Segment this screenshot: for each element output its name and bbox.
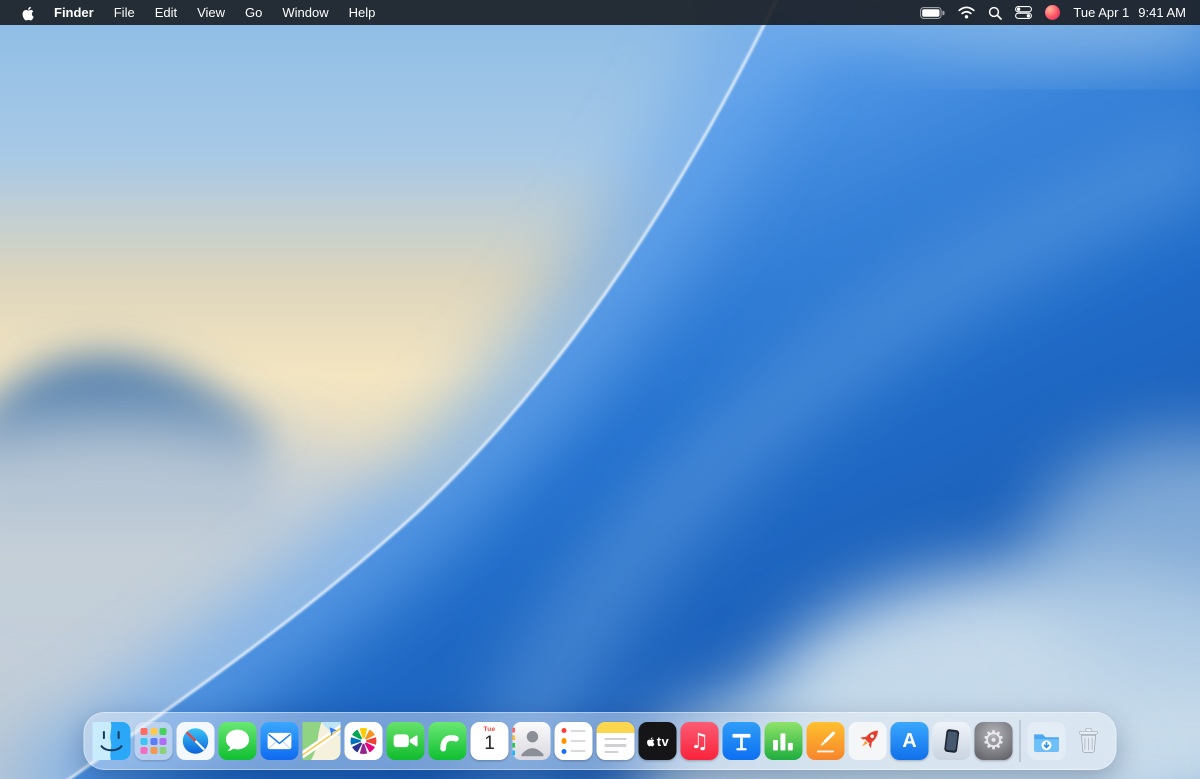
map-icon bbox=[302, 722, 341, 760]
calendar-day: 1 bbox=[484, 733, 495, 754]
launchpad-grid-icon bbox=[140, 727, 148, 735]
menu-edit[interactable]: Edit bbox=[145, 0, 187, 25]
downloads-folder-icon bbox=[1027, 722, 1066, 760]
desktop-wallpaper[interactable] bbox=[0, 0, 1200, 779]
safari-compass-icon bbox=[176, 722, 215, 760]
app-store-a-icon: A bbox=[902, 729, 917, 752]
apple-logo-icon bbox=[22, 6, 34, 20]
dock-icon-numbers[interactable] bbox=[764, 722, 803, 760]
rocket-icon bbox=[848, 722, 887, 760]
dock-icon-maps[interactable] bbox=[302, 722, 341, 760]
dock-icon-facetime[interactable] bbox=[386, 722, 425, 760]
menubar-date: Tue Apr 1 bbox=[1073, 5, 1130, 20]
tv-label: tv bbox=[656, 733, 670, 749]
speech-bubble-icon bbox=[218, 722, 257, 760]
music-note-icon: ♫ bbox=[690, 728, 709, 753]
menu-bar-status-area: Tue Apr 1 9:41 AM bbox=[920, 0, 1200, 25]
dock-icon-downloads[interactable] bbox=[1027, 722, 1066, 760]
dock-icon-notes[interactable] bbox=[596, 722, 635, 760]
menu-bar: Finder File Edit View Go Window Help Tue… bbox=[0, 0, 1200, 25]
gear-icon: ⚙ bbox=[981, 726, 1006, 756]
macos-desktop: Finder File Edit View Go Window Help Tue… bbox=[0, 0, 1200, 779]
dock-icon-finder[interactable] bbox=[92, 722, 131, 760]
dock-icon-safari[interactable] bbox=[176, 722, 215, 760]
menu-help[interactable]: Help bbox=[339, 0, 386, 25]
person-silhouette-icon bbox=[512, 722, 551, 760]
pen-icon bbox=[806, 722, 845, 760]
dock-icon-calendar[interactable]: Tue 1 bbox=[470, 722, 509, 760]
apple-logo-icon bbox=[647, 736, 655, 746]
dock-icon-contacts[interactable] bbox=[512, 722, 551, 760]
dock-icon-keynote[interactable] bbox=[722, 722, 761, 760]
dock-icon-music[interactable]: ♫ bbox=[680, 722, 719, 760]
video-camera-icon bbox=[386, 722, 425, 760]
dock-icon-iphone-mirroring[interactable] bbox=[932, 722, 971, 760]
envelope-icon bbox=[260, 722, 299, 760]
dock-icon-mail[interactable] bbox=[260, 722, 299, 760]
wifi-icon[interactable] bbox=[958, 6, 976, 19]
dock-icon-app-store[interactable]: A bbox=[890, 722, 929, 760]
battery-icon[interactable] bbox=[920, 6, 945, 19]
podium-icon bbox=[722, 722, 761, 760]
dock-icon-phone[interactable] bbox=[428, 722, 467, 760]
siri-icon[interactable] bbox=[1045, 5, 1061, 20]
dock-icon-photos[interactable] bbox=[344, 722, 383, 760]
dock-icon-pages[interactable] bbox=[806, 722, 845, 760]
dock-icon-reminders[interactable] bbox=[554, 722, 593, 760]
dock-separator bbox=[1019, 720, 1021, 762]
reminders-list-icon bbox=[561, 728, 586, 734]
menu-bar-left: Finder File Edit View Go Window Help bbox=[0, 0, 385, 25]
pinwheel-icon bbox=[344, 722, 383, 760]
dock-icon-trash[interactable] bbox=[1070, 722, 1108, 760]
menu-view[interactable]: View bbox=[187, 0, 235, 25]
control-center-icon[interactable] bbox=[1015, 6, 1033, 19]
dock-icon-launchpad[interactable] bbox=[134, 722, 173, 760]
dock: Tue 1 tv ♫ A ⚙ bbox=[83, 712, 1117, 770]
dock-icon-system-settings[interactable]: ⚙ bbox=[974, 722, 1013, 760]
dock-icon-rocket[interactable] bbox=[848, 722, 887, 760]
trash-can-icon bbox=[1079, 728, 1098, 753]
finder-face-icon bbox=[92, 722, 131, 760]
notes-pad-icon bbox=[596, 722, 635, 733]
dock-icon-messages[interactable] bbox=[218, 722, 257, 760]
bar-chart-icon bbox=[764, 722, 803, 760]
iphone-icon bbox=[932, 722, 971, 760]
menu-go[interactable]: Go bbox=[235, 0, 272, 25]
menubar-time: 9:41 AM bbox=[1138, 5, 1186, 20]
app-menu-finder[interactable]: Finder bbox=[44, 0, 104, 25]
dock-icon-tv[interactable]: tv bbox=[638, 722, 677, 760]
apple-menu[interactable] bbox=[10, 0, 44, 25]
phone-handset-icon bbox=[428, 722, 467, 760]
spotlight-search-icon[interactable] bbox=[988, 6, 1003, 20]
menu-window[interactable]: Window bbox=[272, 0, 338, 25]
menu-file[interactable]: File bbox=[104, 0, 145, 25]
menubar-clock[interactable]: Tue Apr 1 9:41 AM bbox=[1073, 5, 1186, 20]
calendar-weekday: Tue bbox=[483, 726, 496, 733]
